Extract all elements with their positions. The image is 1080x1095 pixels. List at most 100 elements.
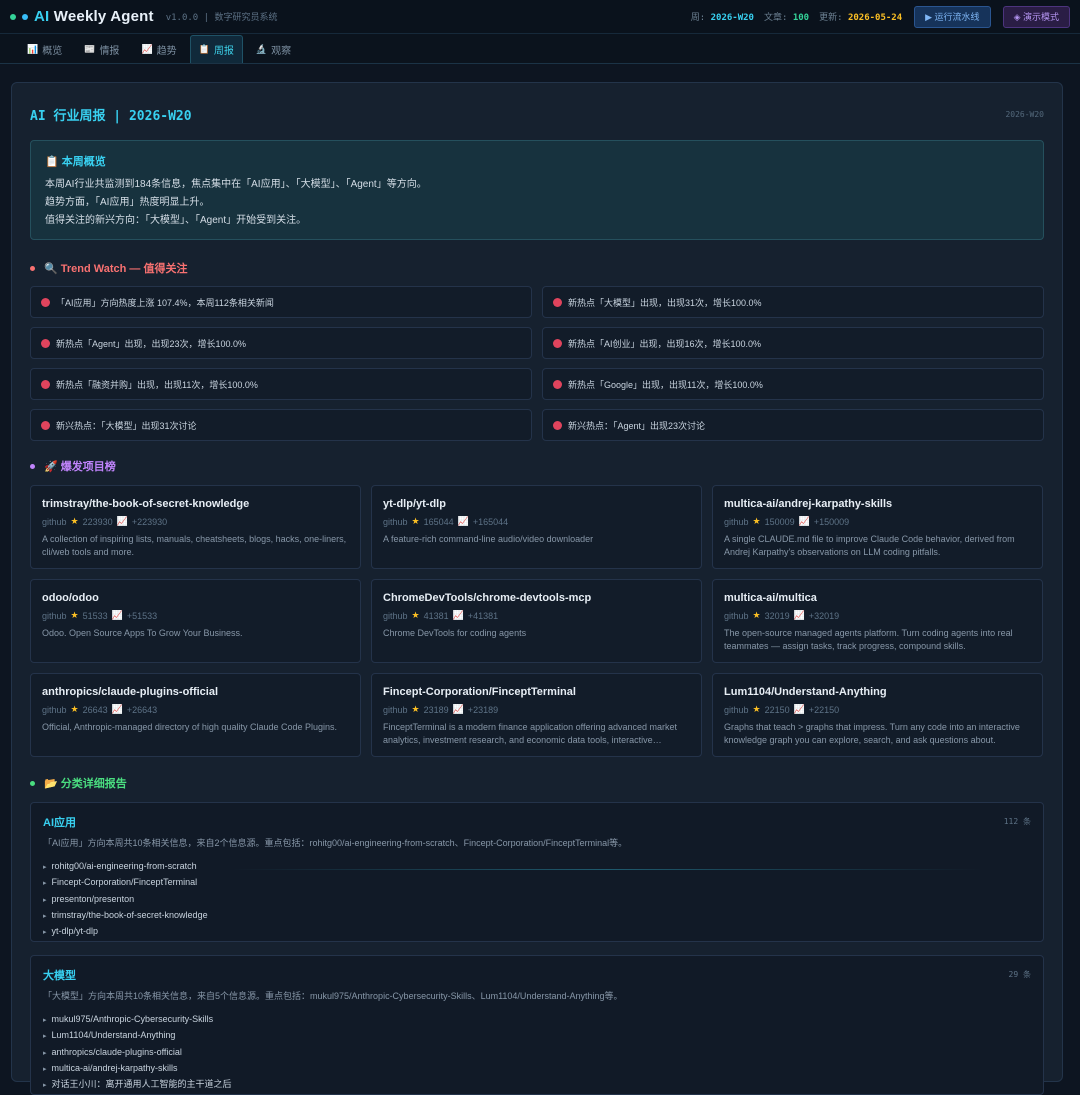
summary-title: 📋 本周概览: [45, 156, 106, 168]
updated-stat: 更新: 2026-05-24: [819, 13, 903, 23]
project-name[interactable]: multica-ai/andrej-karpathy-skills: [724, 498, 1031, 510]
star-icon: ★: [411, 516, 420, 526]
status-dot-cyan: [22, 13, 28, 20]
project-meta: github ★ 150009 📈 +150009: [724, 516, 850, 527]
run-pipeline-button[interactable]: ▶ 运行流水线: [914, 5, 991, 28]
tab-intel[interactable]: 📰 情报: [75, 35, 128, 63]
project-card[interactable]: trimstray/the-book-of-secret-knowledge g…: [30, 485, 361, 569]
project-card[interactable]: odoo/odoo github ★ 51533 📈 +51533 Odoo. Open…: [30, 579, 361, 663]
project-card[interactable]: Fincept-Corporation/FinceptTerminal gith…: [371, 673, 702, 757]
star-icon: ★: [752, 704, 761, 714]
tab-overview[interactable]: 📊 概览: [18, 35, 71, 63]
summary-line: 值得关注的新兴方向：「大模型」、「Agent」开始受到关注。: [45, 215, 307, 226]
trend-up-icon: 📈: [111, 704, 123, 714]
tab-observe[interactable]: 🔬 观察: [247, 35, 300, 63]
category-list: mukul975/Anthropic-Cybersecurity-Skills …: [43, 1012, 1031, 1093]
trend-item: 「AI应用」方向热度上涨 107.4%，本周112条相关新闻: [30, 286, 532, 318]
report-week: 2026-W20: [1005, 110, 1044, 119]
tab-weekly-report[interactable]: 📋 周报: [189, 35, 243, 63]
tab-trends[interactable]: 📈 趋势: [132, 35, 185, 63]
summary-line: 本周AI行业共监测到184条信息，焦点集中在「AI应用」、「大模型」、「Agen…: [45, 179, 427, 190]
project-description: Official, Anthropic-managed directory of…: [42, 722, 338, 732]
categories-heading: 📂 分类详细报告: [30, 775, 1044, 791]
red-circle-icon: [553, 379, 562, 389]
project-card[interactable]: anthropics/claude-plugins-official githu…: [30, 673, 361, 757]
project-card[interactable]: Lum1104/Understand-Anything github ★ 22150…: [712, 673, 1043, 757]
microscope-icon: 🔬: [255, 44, 268, 54]
list-item[interactable]: mukul975/Anthropic-Cybersecurity-Skills: [43, 1012, 1031, 1028]
trend-item: 新热点「大模型」出现，出现31次，增长100.0%: [542, 286, 1044, 318]
project-name[interactable]: trimstray/the-book-of-secret-knowledge: [42, 498, 349, 510]
trend-item: 新热点「融资并购」出现，出现11次，增长100.0%: [30, 368, 532, 400]
trend-watch-list: 「AI应用」方向热度上涨 107.4%，本周112条相关新闻 新热点「大模型」出…: [30, 286, 1044, 441]
category-title: 大模型: [43, 970, 76, 982]
category-summary: 「大模型」方向本周共10条相关信息，来自5个信息源。重点包括：mukul975/…: [43, 991, 623, 1001]
project-name[interactable]: multica-ai/multica: [724, 592, 1031, 604]
project-meta: github ★ 26643 📈 +26643: [42, 704, 158, 715]
project-description: The open-source managed agents platform.…: [724, 628, 1013, 651]
trend-up-icon: 📈: [793, 610, 805, 620]
project-name[interactable]: anthropics/claude-plugins-official: [42, 686, 349, 698]
articles-stat: 文章: 100: [763, 13, 810, 23]
trend-up-icon: 📈: [793, 704, 805, 714]
app-title: AI Weekly Agent: [34, 8, 154, 25]
trend-up-icon: 📈: [452, 610, 464, 620]
category-card: 大模型 29 条 「大模型」方向本周共10条相关信息，来自5个信息源。重点包括：…: [30, 955, 1044, 1095]
list-item[interactable]: trimstray/the-book-of-secret-knowledge: [43, 908, 1031, 924]
section-bullet: [30, 780, 35, 786]
project-meta: github ★ 22150 📈 +22150: [724, 704, 840, 715]
demo-mode-button[interactable]: ◈ 演示模式: [1002, 5, 1070, 28]
trend-item: 新兴热点：「Agent」出现23次讨论: [542, 409, 1044, 441]
list-item[interactable]: Lum1104/Understand-Anything: [43, 1028, 1031, 1044]
section-bullet: [30, 463, 35, 469]
trend-up-icon: 📈: [457, 516, 469, 526]
list-item[interactable]: yt-dlp/yt-dlp: [43, 924, 1031, 940]
trend-chart-icon: 📈: [141, 44, 153, 54]
project-name[interactable]: odoo/odoo: [42, 592, 349, 604]
projects-heading: 🚀 爆发项目榜: [30, 458, 1044, 474]
trend-up-icon: 📈: [111, 610, 123, 620]
nav-tabs: 📊 概览 📰 情报 📈 趋势 📋 周报 🔬 观察: [0, 34, 1080, 64]
category-summary: 「AI应用」方向本周共10条相关信息，来自2个信息源。重点包括：rohitg00…: [43, 838, 628, 848]
red-circle-icon: [41, 297, 50, 307]
project-card[interactable]: ChromeDevTools/chrome-devtools-mcp githu…: [371, 579, 702, 663]
weekly-summary: 📋 本周概览 本周AI行业共监测到184条信息，焦点集中在「AI应用」、「大模型…: [30, 140, 1044, 240]
list-item[interactable]: anthropics/claude-plugins-official: [43, 1045, 1031, 1061]
project-description: Chrome DevTools for coding agents: [383, 628, 527, 638]
list-item[interactable]: multica-ai/andrej-karpathy-skills: [43, 1061, 1031, 1077]
project-meta: github ★ 41381 📈 +41381: [383, 610, 499, 621]
category-count: 112 条: [1003, 817, 1031, 826]
red-circle-icon: [41, 379, 50, 389]
page-title: AI 行业周报 | 2026-W20: [30, 109, 192, 124]
bar-chart-icon: 📊: [27, 44, 39, 54]
category-count: 29 条: [1008, 970, 1031, 979]
project-name[interactable]: Fincept-Corporation/FinceptTerminal: [383, 686, 690, 698]
list-item[interactable]: Fincept-Corporation/FinceptTerminal: [43, 875, 1031, 891]
project-description: A single CLAUDE.md file to improve Claud…: [724, 534, 1015, 557]
project-name[interactable]: Lum1104/Understand-Anything: [724, 686, 1031, 698]
project-description: A feature-rich command-line audio/video …: [383, 534, 594, 544]
red-circle-icon: [41, 338, 50, 348]
star-icon: ★: [752, 610, 761, 620]
project-card[interactable]: multica-ai/andrej-karpathy-skills github…: [712, 485, 1043, 569]
project-meta: github ★ 23189 📈 +23189: [383, 704, 499, 715]
project-name[interactable]: yt-dlp/yt-dlp: [383, 498, 690, 510]
project-description: FinceptTerminal is a modern finance appl…: [383, 722, 677, 745]
list-item[interactable]: 对话王小川：离开通用人工智能的主干道之后: [43, 1077, 1031, 1093]
trend-up-icon: 📈: [452, 704, 464, 714]
trend-watch-heading: 🔍 Trend Watch — 值得关注: [30, 260, 1044, 276]
project-description: Odoo. Open Source Apps To Grow Your Busi…: [42, 628, 243, 638]
project-description: A collection of inspiring lists, manuals…: [42, 534, 347, 557]
clipboard-icon: 📋: [198, 44, 210, 54]
divider-glow: [231, 869, 983, 870]
list-item[interactable]: rohitg00/ai-engineering-from-scratch: [43, 859, 1031, 875]
project-card[interactable]: yt-dlp/yt-dlp github ★ 165044 📈 +165044 A fe…: [371, 485, 702, 569]
red-circle-icon: [41, 420, 50, 430]
project-card[interactable]: multica-ai/multica github ★ 32019 📈 +32019 T…: [712, 579, 1043, 663]
star-icon: ★: [70, 516, 79, 526]
star-icon: ★: [411, 704, 420, 714]
project-grid: trimstray/the-book-of-secret-knowledge g…: [30, 485, 1044, 757]
list-item[interactable]: presenton/presenton: [43, 892, 1031, 908]
star-icon: ★: [70, 704, 79, 714]
project-name[interactable]: ChromeDevTools/chrome-devtools-mcp: [383, 592, 690, 604]
